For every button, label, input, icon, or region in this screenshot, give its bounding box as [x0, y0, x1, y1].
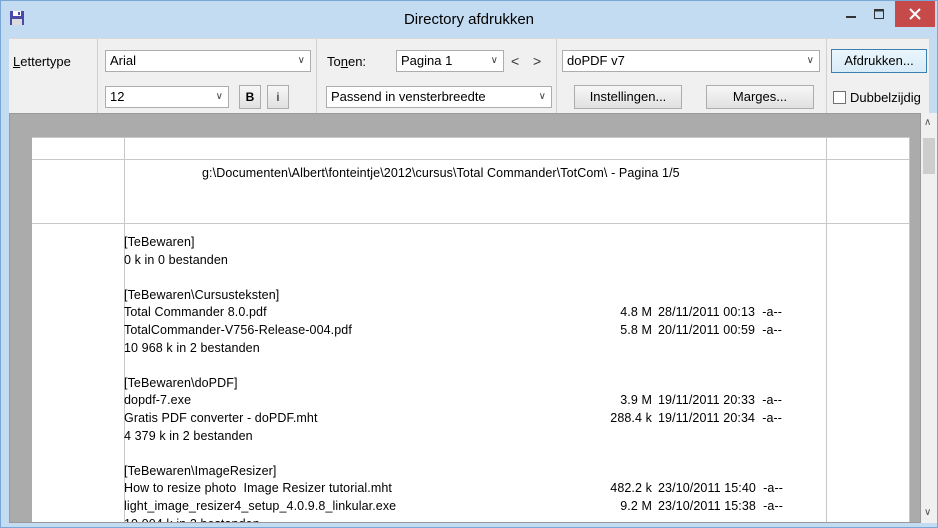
chevron-down-icon: ∨ [297, 55, 305, 66]
print-preview-area[interactable]: g:\Documenten\Albert\fonteintje\2012\cur… [9, 113, 921, 523]
scroll-down-icon[interactable]: ∨ [924, 507, 931, 518]
font-select-value: Arial [110, 53, 137, 68]
window-title: Directory afdrukken [403, 11, 535, 28]
directory-print-window: Directory afdrukken Lettertype Arial ∨ 1… [0, 0, 938, 528]
show-label: Tonen: [327, 54, 367, 69]
page-header: g:\Documenten\Albert\fonteintje\2012\cur… [202, 166, 680, 180]
margins-button[interactable]: Marges... [706, 85, 814, 109]
margin-line-body [32, 223, 910, 224]
listing-line: light_image_resizer4_setup_4.0.9.8_linku… [124, 499, 397, 513]
chevron-down-icon: ∨ [215, 91, 223, 102]
listing-line: Total Commander 8.0.pdf [124, 305, 267, 320]
separator [556, 39, 557, 113]
file-size: 288.4 k [610, 411, 652, 425]
listing-line: Gratis PDF converter - doPDF.mht [124, 411, 318, 425]
chevron-down-icon: ∨ [538, 91, 546, 102]
printer-select-value: doPDF v7 [567, 53, 625, 68]
scroll-up-icon[interactable]: ∧ [924, 117, 931, 128]
previous-page-button[interactable]: < [511, 53, 519, 69]
file-size: 5.8 M [620, 323, 652, 337]
font-label: Lettertype [13, 54, 71, 69]
separator [826, 39, 827, 113]
title-bar[interactable]: Directory afdrukken [1, 1, 937, 37]
listing-line: 0 k in 0 bestanden [124, 252, 228, 267]
file-size: 482.2 k [610, 481, 652, 496]
listing-line: [TeBewaren\ImageResizer] [124, 463, 277, 478]
file-date-attributes: 19/11/2011 20:33 -a-- [658, 393, 783, 408]
file-date-attributes: 19/11/2011 20:34 -a-- [658, 411, 783, 425]
page-edge-right [909, 137, 910, 522]
listing-line: [TeBewaren\doPDF] [124, 375, 238, 390]
vertical-scrollbar[interactable]: ∧ ∨ [921, 113, 937, 523]
settings-button[interactable]: Instellingen... [574, 85, 682, 109]
listing-line: [TeBewaren\Cursusteksten] [124, 287, 280, 302]
file-size: 4.8 M [620, 305, 652, 320]
close-icon [909, 8, 921, 20]
minimize-icon [846, 16, 856, 18]
file-date-attributes: 20/11/2011 00:59 -a-- [658, 323, 783, 337]
listing-line: 10 968 k in 2 bestanden [124, 340, 260, 355]
page-select[interactable]: Pagina 1 ∨ [396, 50, 504, 72]
bold-button[interactable]: B [239, 85, 261, 109]
zoom-fit-select[interactable]: Passend in vensterbreedte ∨ [326, 86, 552, 108]
printer-select[interactable]: doPDF v7 ∨ [562, 50, 820, 72]
margin-line-right [826, 137, 827, 522]
duplex-checkbox[interactable] [833, 91, 846, 104]
file-date-attributes: 23/10/2011 15:38 -a-- [658, 499, 783, 513]
page-select-value: Pagina 1 [401, 53, 453, 68]
zoom-fit-value: Passend in vensterbreedte [331, 89, 486, 104]
listing-line: How to resize photo Image Resizer tutori… [124, 481, 393, 496]
chevron-down-icon: ∨ [806, 55, 814, 66]
font-size-select[interactable]: 12 ∨ [105, 86, 229, 108]
listing-line: TotalCommander-V756-Release-004.pdf [124, 323, 352, 337]
toolbar: Lettertype Arial ∨ 12 ∨ B i Tonen: Pagin… [9, 38, 929, 113]
file-size: 3.9 M [620, 393, 652, 408]
maximize-icon [874, 9, 884, 19]
font-select[interactable]: Arial ∨ [105, 50, 311, 72]
print-button[interactable]: Afdrukken... [831, 49, 927, 73]
listing-line: dopdf-7.exe [124, 393, 192, 408]
listing-line: 4 379 k in 2 bestanden [124, 428, 253, 443]
margin-line-top [32, 137, 910, 138]
file-size: 9.2 M [620, 499, 652, 513]
next-page-button[interactable]: > [533, 53, 541, 69]
minimize-button[interactable] [837, 1, 865, 27]
file-date-attributes: 28/11/2011 00:13 -a-- [658, 305, 783, 320]
maximize-button[interactable] [865, 1, 893, 27]
margin-line-header [32, 159, 910, 160]
separator [97, 39, 98, 113]
separator [316, 39, 317, 113]
font-size-value: 12 [110, 89, 125, 104]
preview-page: g:\Documenten\Albert\fonteintje\2012\cur… [32, 137, 910, 522]
file-date-attributes: 23/10/2011 15:40 -a-- [658, 481, 783, 496]
chevron-down-icon: ∨ [490, 55, 498, 66]
close-button[interactable] [895, 1, 935, 27]
duplex-label: Dubbelzijdig [850, 90, 921, 105]
italic-button[interactable]: i [267, 85, 289, 109]
scrollbar-thumb[interactable] [923, 138, 935, 174]
listing-line: [TeBewaren] [124, 235, 195, 249]
listing-line: 10 004 k in 2 bestanden [124, 517, 260, 522]
